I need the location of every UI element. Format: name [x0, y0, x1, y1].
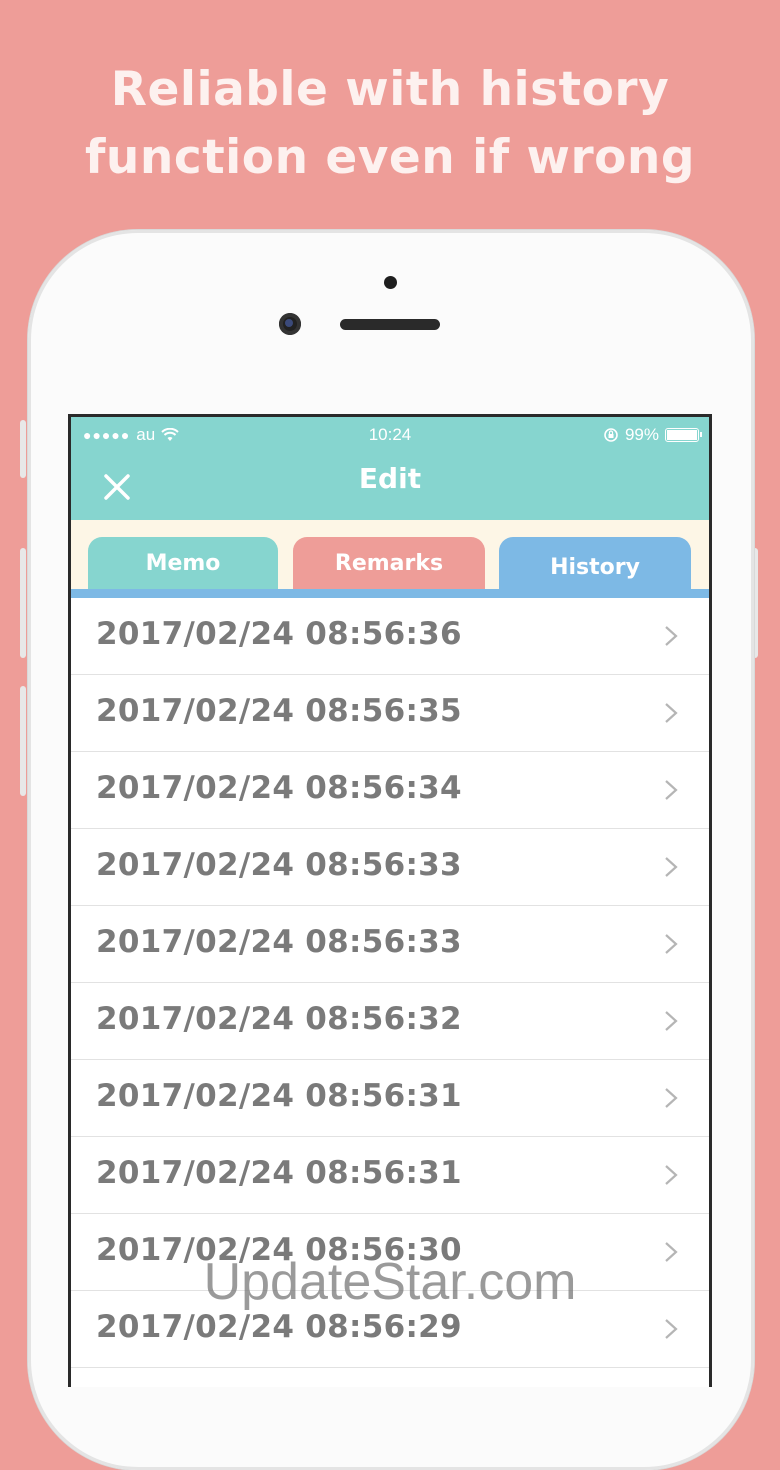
earpiece-speaker	[340, 319, 440, 330]
rotation-lock-icon	[604, 428, 618, 442]
chevron-right-icon	[665, 1088, 678, 1108]
headline: Reliable with history function even if w…	[0, 56, 780, 192]
volume-up-button	[20, 548, 26, 658]
tab-memo[interactable]: Memo	[88, 537, 278, 590]
headline-line-2: function even if wrong	[84, 130, 696, 185]
history-timestamp: 2017/02/24 08:56:34	[96, 770, 462, 806]
front-camera	[279, 313, 301, 335]
mute-switch	[20, 420, 26, 478]
battery-icon	[665, 428, 702, 442]
app-screen: ●●●●● au 10:24 99% Edit Memo Remarks His…	[68, 414, 712, 1387]
watermark: UpdateStar.com	[203, 1253, 577, 1311]
history-timestamp: 2017/02/24 08:56:31	[96, 1155, 462, 1191]
history-row[interactable]: 2017/02/24 08:56:33	[71, 829, 709, 906]
history-row[interactable]: 2017/02/24 08:56:33	[71, 906, 709, 983]
battery-percentage: 99%	[624, 425, 659, 444]
history-timestamp: 2017/02/24 08:56:32	[96, 1001, 462, 1037]
history-row-partial	[71, 1368, 709, 1387]
tab-underline	[71, 589, 709, 598]
history-row[interactable]: 2017/02/24 08:56:31	[71, 1060, 709, 1137]
chevron-right-icon	[665, 1011, 678, 1031]
chevron-right-icon	[665, 626, 678, 646]
chevron-right-icon	[665, 857, 678, 877]
history-timestamp: 2017/02/24 08:56:29	[96, 1309, 462, 1345]
history-row[interactable]: 2017/02/24 08:56:36	[71, 598, 709, 675]
tab-bar: Memo Remarks History	[71, 520, 709, 598]
tab-remarks[interactable]: Remarks	[293, 537, 485, 590]
chevron-right-icon	[665, 703, 678, 723]
chevron-right-icon	[665, 780, 678, 800]
history-timestamp: 2017/02/24 08:56:33	[96, 924, 462, 960]
history-row[interactable]: 2017/02/24 08:56:32	[71, 983, 709, 1060]
chevron-right-icon	[665, 934, 678, 954]
status-bar: ●●●●● au 10:24 99%	[71, 417, 709, 457]
history-timestamp: 2017/02/24 08:56:35	[96, 693, 462, 729]
navigation-bar: ●●●●● au 10:24 99% Edit	[71, 417, 709, 520]
history-row[interactable]: 2017/02/24 08:56:31	[71, 1137, 709, 1214]
history-row[interactable]: 2017/02/24 08:56:35	[71, 675, 709, 752]
chevron-right-icon	[665, 1165, 678, 1185]
headline-line-1: Reliable with history	[110, 62, 670, 117]
page-title: Edit	[358, 462, 422, 495]
history-timestamp: 2017/02/24 08:56:31	[96, 1078, 462, 1114]
history-timestamp: 2017/02/24 08:56:36	[96, 616, 462, 652]
history-timestamp: 2017/02/24 08:56:33	[96, 847, 462, 883]
history-row[interactable]: 2017/02/24 08:56:34	[71, 752, 709, 829]
proximity-sensor	[384, 276, 397, 289]
volume-down-button	[20, 686, 26, 796]
chevron-right-icon	[665, 1319, 678, 1339]
